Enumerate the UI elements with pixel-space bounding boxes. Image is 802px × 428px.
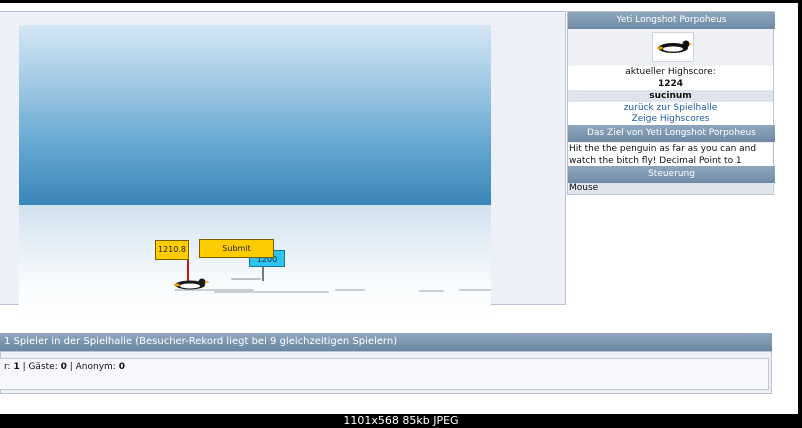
- game-title-header: Yeti Longshot Porpoheus: [568, 12, 775, 29]
- sky: [19, 25, 491, 205]
- game-thumbnail: [652, 32, 694, 62]
- controls-value: Mouse: [569, 183, 772, 194]
- highscore-user: sucinum: [568, 90, 773, 102]
- controls-header: Steuerung: [568, 166, 775, 183]
- penguin-icon: [174, 278, 210, 290]
- penguin-icon: [657, 40, 693, 53]
- goal-header-label: Das Ziel von Yeti Longshot Porpoheus: [587, 128, 756, 138]
- snow-streak: [419, 290, 444, 292]
- image-frame-top: [0, 0, 802, 3]
- image-frame-right: [798, 0, 802, 428]
- image-caption: 1101x568 85kb JPEG: [0, 414, 802, 428]
- snow-streak: [459, 289, 491, 291]
- goal-header: Das Ziel von Yeti Longshot Porpoheus: [568, 125, 775, 142]
- anon-count: 0: [118, 362, 125, 372]
- submit-button-label: Submit: [222, 244, 251, 253]
- snow-streak: [231, 278, 261, 280]
- snow-streak: [214, 291, 329, 293]
- show-highscores-link[interactable]: Zeige Highscores: [568, 113, 773, 125]
- game-panel: 1200 1210.8 Submit: [0, 11, 566, 315]
- highscore-label: aktueller Highscore:: [568, 66, 773, 78]
- highscore-marker-pole: [262, 265, 264, 281]
- guests-label: | Gäste:: [19, 362, 61, 372]
- online-stats-inner: r: 1 | Gäste: 0 | Anonym: 0: [0, 358, 769, 390]
- anon-label: | Anonym:: [66, 362, 119, 372]
- game-title: Yeti Longshot Porpoheus: [616, 15, 727, 25]
- game-canvas[interactable]: 1200 1210.8 Submit: [19, 25, 491, 315]
- distance-label: 1210.8: [158, 245, 186, 254]
- submit-button[interactable]: Submit: [199, 239, 274, 258]
- online-players-label: 1 Spieler in der Spielhalle (Besucher-Re…: [4, 336, 398, 347]
- controls-header-label: Steuerung: [648, 169, 695, 179]
- game-info-sidebar: Yeti Longshot Porpoheus aktueller Highsc…: [567, 11, 775, 195]
- online-stats-box: r: 1 | Gäste: 0 | Anonym: 0: [0, 351, 772, 394]
- goal-text: Hit the the penguin as far as you can an…: [569, 143, 772, 167]
- snow-streak: [335, 289, 365, 291]
- highscore-value: 1224: [568, 78, 773, 90]
- distance-sign: 1210.8: [155, 240, 189, 260]
- online-players-header: 1 Spieler in der Spielhalle (Besucher-Re…: [0, 333, 772, 351]
